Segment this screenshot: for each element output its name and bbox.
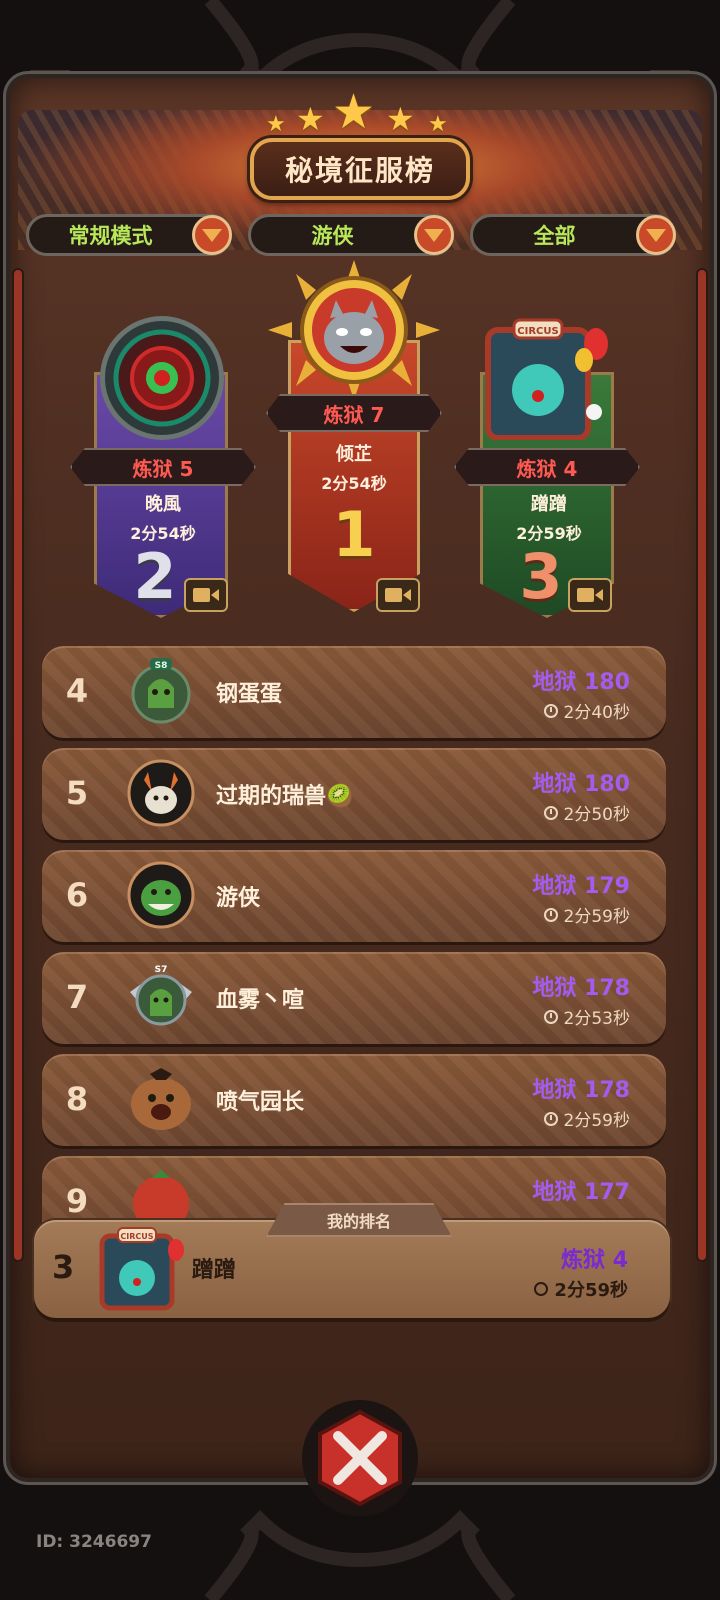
second-name: 晚風 xyxy=(145,494,181,515)
rank-number: 7 xyxy=(65,978,89,1016)
my-rank-tab: 我的排名 xyxy=(266,1203,452,1237)
user-id: ID: 3246697 xyxy=(36,1532,152,1552)
my-clear-time: 2分59秒 xyxy=(534,1276,628,1302)
podium-third[interactable]: CIRCUS 炼狱 4 蹭蹭 2分59秒 3 xyxy=(454,312,640,618)
video-camera-icon xyxy=(577,588,603,602)
clear-time: 2分59秒 xyxy=(543,1106,630,1131)
podium-second[interactable]: 炼狱 5 晚風 2分54秒 2 xyxy=(70,312,256,618)
first-place-number: 1 xyxy=(332,498,376,571)
list-item[interactable]: 7 S7 血雾丶喧 地狱 178 2分53秒 xyxy=(42,952,666,1044)
difficulty-level: 地狱 178 xyxy=(532,976,630,1001)
rank-number: 4 xyxy=(65,672,89,710)
green-goblin-avatar-icon xyxy=(127,861,195,929)
difficulty-level: 地狱 179 xyxy=(532,874,630,899)
clear-time: 2分40秒 xyxy=(543,698,630,723)
right-rail xyxy=(698,270,706,1260)
chevron-down-icon[interactable] xyxy=(414,215,454,255)
difficulty-level: 地狱 180 xyxy=(532,772,630,797)
clock-icon xyxy=(543,703,558,718)
sun-cat-avatar-icon xyxy=(268,260,440,400)
player-name: 钢蛋蛋 xyxy=(216,682,283,707)
player-name: 过期的瑞兽🥝 xyxy=(216,784,354,809)
my-name: 蹭蹭 xyxy=(192,1258,237,1283)
clock-icon xyxy=(543,907,558,922)
plant-monster-avatar-icon: S8 xyxy=(131,658,191,724)
my-difficulty-level: 炼狱 4 xyxy=(561,1248,628,1273)
third-rank-label: 炼狱 4 xyxy=(454,448,640,486)
mode-filter[interactable]: 常规模式 xyxy=(26,214,232,256)
video-camera-icon xyxy=(385,588,411,602)
player-name: 喷气园长 xyxy=(216,1090,305,1115)
clear-time-value: 2分40秒 xyxy=(563,703,630,723)
winged-plant-avatar-icon: S7 xyxy=(130,965,192,1026)
second-rank-label: 炼狱 5 xyxy=(70,448,256,486)
clear-time: 2分53秒 xyxy=(543,1004,630,1029)
mode-filter-label: 常规模式 xyxy=(68,224,153,248)
player-name: 游侠 xyxy=(216,886,261,911)
clock-icon xyxy=(534,1282,549,1296)
svg-text:CIRCUS: CIRCUS xyxy=(517,326,558,337)
rank-number: 6 xyxy=(65,876,89,914)
difficulty-level: 地狱 177 xyxy=(532,1180,630,1205)
clear-time: 2分59秒 xyxy=(543,902,630,927)
replay-video-button[interactable] xyxy=(568,578,612,612)
podium-first[interactable]: 炼狱 7 倾芷 2分54秒 1 xyxy=(264,260,444,618)
third-name: 蹭蹭 xyxy=(531,494,567,515)
clear-time-value: 2分50秒 xyxy=(563,805,630,825)
rank-number: 8 xyxy=(65,1080,89,1118)
replay-video-button[interactable] xyxy=(184,578,228,612)
title-plaque: 秘境征服榜 xyxy=(250,138,470,202)
video-camera-icon xyxy=(193,588,219,602)
list-item[interactable]: 5 过期的瑞兽🥝 地狱 180 2分50秒 xyxy=(42,748,666,840)
list-item[interactable]: 8 喷气园长 地狱 178 2分59秒 xyxy=(42,1054,666,1146)
circus-badge: CIRCUS xyxy=(120,1232,153,1241)
season-badge: S7 xyxy=(155,965,168,975)
circus-clown-avatar-icon: CIRCUS xyxy=(485,318,608,440)
season-badge: S8 xyxy=(155,661,168,671)
first-name: 倾芷 xyxy=(336,444,372,465)
star-icon: ★ xyxy=(296,100,325,138)
stars-decoration: ★ ★ ★ ★ ★ xyxy=(262,84,458,140)
clear-time-value: 2分59秒 xyxy=(563,907,630,927)
first-rank-label: 炼狱 7 xyxy=(266,394,442,432)
star-icon: ★ xyxy=(386,100,415,138)
my-rank-number: 3 xyxy=(52,1248,75,1286)
list-item[interactable]: 6 游侠 地狱 179 2分59秒 xyxy=(42,850,666,942)
difficulty-level: 地狱 180 xyxy=(532,670,630,695)
replay-video-button[interactable] xyxy=(376,578,420,612)
scope-filter-label: 全部 xyxy=(533,224,576,248)
chevron-down-icon[interactable] xyxy=(192,215,232,255)
rank-number: 5 xyxy=(65,774,89,812)
class-filter[interactable]: 游侠 xyxy=(248,214,454,256)
clock-icon xyxy=(543,805,558,820)
difficulty-level: 地狱 178 xyxy=(532,1078,630,1103)
left-rail xyxy=(14,270,22,1260)
clock-icon xyxy=(543,1111,558,1126)
class-filter-label: 游侠 xyxy=(311,224,354,248)
first-time: 2分54秒 xyxy=(321,474,387,493)
star-icon: ★ xyxy=(332,84,376,140)
list-item[interactable]: 4 S8 钢蛋蛋 地狱 180 2分40秒 xyxy=(42,646,666,738)
star-icon: ★ xyxy=(266,112,286,137)
brown-beast-avatar-icon xyxy=(131,1068,191,1130)
clear-time-value: 2分59秒 xyxy=(563,1111,630,1131)
close-button[interactable] xyxy=(300,1398,420,1518)
circus-clown-avatar-icon: CIRCUS xyxy=(99,1227,184,1311)
player-name: 血雾丶喧 xyxy=(216,988,305,1013)
scope-filter[interactable]: 全部 xyxy=(470,214,676,256)
clear-time-value: 2分53秒 xyxy=(563,1009,630,1029)
rank-number: 9 xyxy=(65,1182,89,1220)
clock-icon xyxy=(543,1009,558,1024)
chevron-down-icon[interactable] xyxy=(636,215,676,255)
target-avatar-icon xyxy=(100,316,224,440)
clear-time: 2分50秒 xyxy=(543,800,630,825)
fox-avatar-icon xyxy=(127,759,195,827)
my-clear-time-value: 2分59秒 xyxy=(554,1280,628,1301)
page-title: 秘境征服榜 xyxy=(250,138,470,200)
star-icon: ★ xyxy=(428,112,448,137)
